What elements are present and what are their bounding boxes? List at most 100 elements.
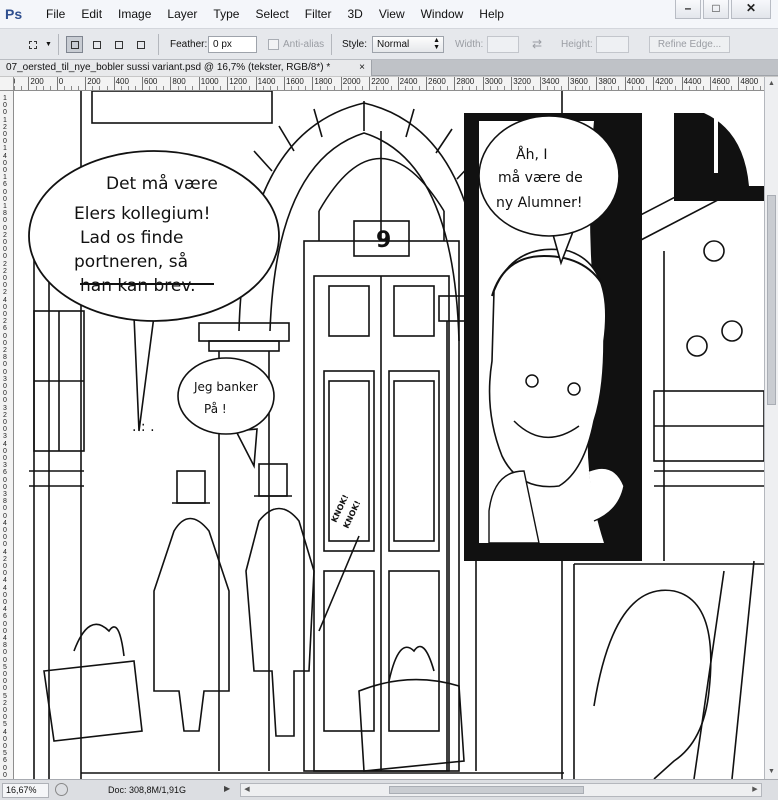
intersect-selection-icon[interactable]	[132, 36, 149, 53]
ruler-label: 1200	[229, 77, 247, 86]
menu-image[interactable]: Image	[110, 0, 159, 29]
scroll-right-icon[interactable]: ▶	[749, 784, 761, 796]
style-select-value: Normal	[377, 39, 410, 50]
menu-file[interactable]: File	[38, 0, 73, 29]
ruler-label: 2000	[342, 77, 361, 86]
ruler-tick	[738, 77, 740, 90]
vertical-ruler[interactable]: 1001200140016001800200022002400260028003…	[0, 91, 14, 779]
document-canvas[interactable]: Det må være Elers kollegium! Lad os find…	[14, 91, 764, 779]
ruler-tick	[624, 77, 626, 90]
ruler-minor-tick	[42, 86, 44, 90]
vertical-scroll-thumb[interactable]	[767, 195, 776, 405]
ruler-label: 4800	[740, 77, 759, 86]
ruler-label: 0	[3, 678, 7, 686]
menu-edit[interactable]: Edit	[73, 0, 110, 29]
ruler-minor-tick	[688, 86, 690, 90]
ruler-label: 0	[3, 167, 7, 174]
ruler-label: 8	[3, 354, 7, 362]
menu-help[interactable]: Help	[471, 0, 512, 29]
menu-type[interactable]: Type	[205, 0, 247, 29]
maximize-button[interactable]: □	[703, 0, 729, 19]
ruler-label: 0	[3, 131, 7, 138]
minimize-button[interactable]: –	[675, 0, 701, 19]
menu-window[interactable]: Window	[413, 0, 472, 29]
separator	[331, 34, 332, 55]
ruler-label: 4200	[655, 77, 673, 86]
photoshop-logo-icon: Ps	[5, 6, 23, 22]
ruler-label: 0	[3, 239, 7, 246]
subtract-from-selection-icon[interactable]	[110, 36, 127, 53]
ruler-label: 2	[3, 318, 7, 326]
horizontal-scroll-thumb[interactable]	[389, 786, 584, 794]
height-input[interactable]	[596, 36, 629, 53]
width-input[interactable]	[487, 36, 519, 53]
ruler-label: 2	[3, 699, 7, 707]
ruler-label: 0	[3, 426, 7, 434]
ruler-origin[interactable]	[0, 77, 14, 91]
ruler-minor-tick	[504, 86, 506, 90]
close-tab-icon[interactable]: ×	[359, 60, 365, 76]
antialias-checkbox[interactable]	[268, 39, 279, 50]
refine-edge-button[interactable]: Refine Edge...	[649, 36, 730, 53]
ruler-label: 1	[3, 116, 7, 124]
tool-preset-chevron-icon[interactable]: ▼	[45, 29, 52, 60]
menu-3d[interactable]: 3D	[339, 0, 370, 29]
horizontal-scrollbar[interactable]: ◀ ▶	[240, 783, 762, 797]
menu-view[interactable]: View	[371, 0, 413, 29]
new-selection-icon[interactable]	[66, 36, 83, 53]
ruler-minor-tick	[617, 86, 619, 90]
scroll-down-icon[interactable]: ▼	[765, 765, 778, 779]
ruler-label: 0	[3, 599, 7, 606]
ruler-minor-tick	[411, 86, 413, 90]
ruler-minor-tick	[390, 86, 392, 90]
style-select[interactable]: Normal ▲ ▼	[372, 36, 444, 53]
bubble2-line1: Jeg banker	[193, 380, 258, 394]
ruler-minor-tick	[177, 86, 179, 90]
status-info-icon[interactable]	[55, 783, 68, 796]
vertical-scrollbar[interactable]: ▲ ▼	[764, 77, 778, 779]
menu-filter[interactable]: Filter	[297, 0, 340, 29]
ruler-label: 5	[3, 692, 7, 700]
title-bar: Ps File Edit Image Layer Type Select Fil…	[0, 0, 778, 29]
ruler-minor-tick	[447, 86, 449, 90]
status-menu-arrow-icon[interactable]: ▶	[224, 784, 230, 793]
ruler-label: 3	[3, 491, 7, 498]
add-to-selection-icon[interactable]	[88, 36, 105, 53]
ruler-minor-tick	[745, 86, 747, 90]
close-button[interactable]: ✕	[731, 0, 771, 19]
feather-input[interactable]: 0 px	[208, 36, 257, 53]
horizontal-ruler[interactable]: 4002000200400600800100012001400160018002…	[14, 77, 764, 91]
ruler-minor-tick	[305, 86, 307, 90]
ruler-minor-tick	[674, 86, 676, 90]
ruler-label: 0	[3, 188, 7, 196]
ruler-label: 0	[3, 570, 7, 578]
ruler-minor-tick	[752, 86, 754, 90]
menu-layer[interactable]: Layer	[159, 0, 205, 29]
ruler-tick	[369, 77, 371, 90]
ruler-label: 6	[3, 613, 7, 621]
ruler-minor-tick	[106, 86, 108, 90]
ruler-tick	[426, 77, 427, 90]
ruler-label: 400	[115, 77, 129, 86]
document-tab-bar: 07_oersted_til_nye_bobler sussi variant.…	[0, 60, 778, 76]
ruler-minor-tick	[262, 86, 264, 90]
scroll-up-icon[interactable]: ▲	[765, 77, 778, 91]
ruler-minor-tick	[383, 86, 385, 90]
ruler-label: 0	[3, 275, 7, 282]
zoom-level-field[interactable]: 16,67%	[2, 783, 49, 798]
ruler-tick	[653, 77, 655, 90]
swap-dimensions-icon[interactable]: ⇄	[532, 29, 542, 60]
ruler-label: 6	[3, 181, 7, 189]
scroll-left-icon[interactable]: ◀	[241, 784, 253, 796]
ruler-label: 0	[3, 627, 7, 635]
ruler-minor-tick	[582, 86, 584, 90]
ruler-label: 8	[3, 210, 7, 218]
ruler-tick	[568, 77, 569, 90]
ruler-tick	[85, 77, 87, 90]
menu-select[interactable]: Select	[247, 0, 296, 29]
bubble1-line1: Det må være	[106, 173, 218, 194]
document-tab[interactable]: 07_oersted_til_nye_bobler sussi variant.…	[0, 60, 372, 76]
rect-marquee-tool-icon[interactable]	[24, 36, 41, 53]
ruler-label: 0	[3, 419, 7, 426]
ruler-label: 0	[3, 483, 7, 491]
